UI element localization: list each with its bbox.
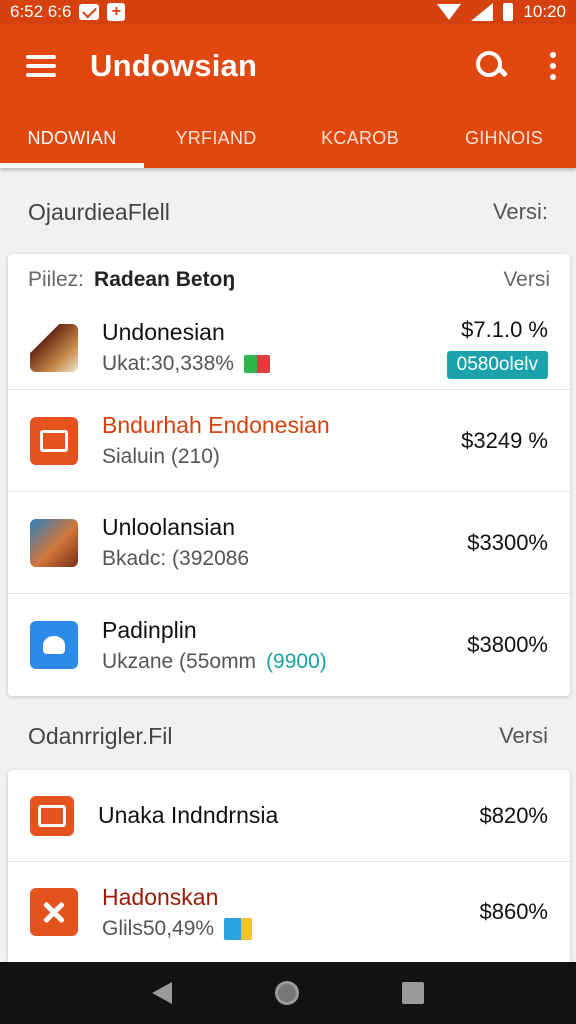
tab-kcarob[interactable]: KCAROB: [288, 108, 432, 168]
section-header-2: Odanrrigler.Fil Versi: [0, 714, 576, 758]
list-item-sub: Glils50,49%: [102, 916, 253, 941]
section-right-1: Versi:: [492, 199, 548, 224]
status-bar: 6:52 6:6 + 10:20: [0, 0, 576, 24]
section-title-2: Odanrrigler.Fil: [28, 722, 173, 749]
section-header-1: OjaurdieaFlell Versi:: [0, 190, 576, 234]
map-icon: [30, 621, 78, 669]
close-icon: [30, 888, 78, 936]
list-item[interactable]: Unaka Indndrnsia $820%: [8, 770, 570, 862]
list-item-title: Bndurhah Endonesian: [102, 412, 330, 438]
list-item-sub-text: Ukzane (55omm: [102, 649, 257, 673]
list-item-value: $860%: [479, 899, 548, 924]
menu-icon[interactable]: [26, 55, 56, 77]
home-icon[interactable]: [274, 981, 299, 1005]
list-item-sub: Bkadc: (392086: [102, 547, 250, 570]
flag-icon: [243, 355, 270, 373]
card-head-right: Versi: [503, 268, 550, 291]
nav-bar: [0, 962, 576, 1024]
card-icon: [30, 795, 74, 836]
card-2: Unaka Indndrnsia $820% Hadonskan Glils50…: [8, 770, 570, 962]
flag-icon: [224, 917, 253, 940]
tab-bar: NDOWIAN YRFIAND KCAROB GIHNOIS: [0, 108, 576, 168]
photo-icon: [30, 518, 78, 567]
card-icon: [30, 416, 78, 465]
more-vert-icon[interactable]: [548, 52, 558, 80]
list-item[interactable]: Unloolansian Bkadc: (392086 $3300%: [8, 492, 570, 594]
list-item-title: Undonesian: [102, 319, 225, 345]
status-left-text: 6:52 6:6: [10, 2, 72, 21]
wifi-icon: [437, 4, 462, 20]
status-badge: 0580olelv: [446, 350, 548, 379]
card-head-title: Radean Betoŋ: [94, 268, 236, 291]
list-item[interactable]: Undonesian Ukat:30,338% $7.1.0 % 0580ole…: [8, 306, 570, 390]
list-item[interactable]: Bndurhah Endonesian Sialuin (210) $3249 …: [8, 390, 570, 492]
list-item-value: $3249 %: [461, 427, 548, 453]
card-1: Piilez: Radean Betoŋ Versi Undonesian Uk…: [8, 254, 570, 696]
list-item[interactable]: Hadonskan Glils50,49% $860%: [8, 862, 570, 962]
section-title-1: OjaurdieaFlell: [28, 198, 170, 225]
section-right-2: Versi: [499, 723, 548, 748]
back-icon[interactable]: [151, 982, 172, 1004]
search-icon[interactable]: [474, 49, 508, 83]
people-icon: [30, 323, 78, 372]
card-1-header: Piilez: Radean Betoŋ Versi: [8, 254, 570, 306]
list-item[interactable]: Padinplin Ukzane (55omm (9900) $3800%: [8, 594, 570, 696]
list-item-sub: Sialuin (210): [102, 445, 220, 468]
tab-yrfiand[interactable]: YRFIAND: [144, 108, 288, 168]
list-item-title: Unloolansian: [102, 514, 235, 540]
list-item-sub: Ukzane (55omm (9900): [102, 650, 327, 674]
list-item-value: $7.1.0 %: [461, 316, 548, 342]
signal-icon: [471, 3, 494, 21]
tab-ndowian[interactable]: NDOWIAN: [0, 108, 144, 168]
page-title: Undowsian: [90, 48, 258, 83]
battery-icon: [503, 3, 514, 21]
mail-icon: [79, 4, 100, 20]
list-item-title: Hadonskan: [102, 883, 219, 910]
tab-gihnois[interactable]: GIHNOIS: [432, 108, 576, 168]
plus-icon: +: [107, 3, 126, 21]
recent-apps-icon[interactable]: [402, 982, 425, 1004]
status-time: 10:20: [523, 2, 566, 21]
app-bar: Undowsian: [0, 24, 576, 108]
list-item-value: $3800%: [467, 632, 548, 657]
list-item-value: $820%: [479, 802, 548, 828]
list-item-title: Unaka Indndrnsia: [98, 802, 279, 828]
list-item-value: $3300%: [467, 529, 548, 555]
list-item-sub-count: (9900): [266, 649, 327, 673]
list-item-title: Padinplin: [102, 616, 197, 643]
list-item-sub-text: Glils50,49%: [102, 916, 215, 940]
list-item-sub-text: Ukat:30,338%: [102, 352, 234, 375]
list-item-sub: Ukat:30,338%: [102, 352, 270, 376]
card-head-label: Piilez:: [28, 268, 85, 291]
